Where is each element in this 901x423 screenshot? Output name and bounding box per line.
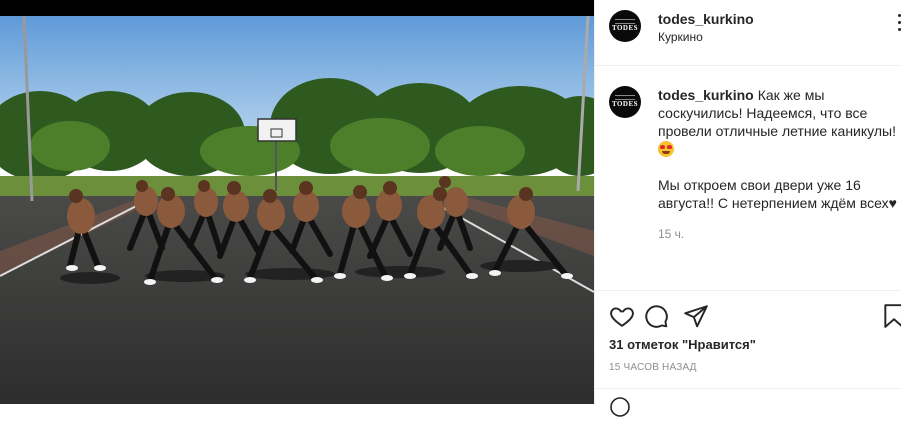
caption: todes_kurkino Как же мы соскучились! Наде…	[658, 86, 898, 212]
photo-scene	[0, 16, 594, 404]
emoji-picker-icon[interactable]	[609, 396, 631, 418]
comment-icon[interactable]	[643, 303, 669, 329]
avatar[interactable]: TODES	[609, 10, 641, 42]
comment-divider	[595, 388, 901, 389]
header-username[interactable]: todes_kurkino	[658, 11, 754, 27]
heart-icon[interactable]	[609, 303, 635, 329]
avatar-logo-text: TODES	[611, 24, 639, 32]
actions-divider	[595, 290, 901, 291]
caption-time[interactable]: 15 ч.	[658, 227, 684, 241]
more-icon[interactable]	[895, 14, 901, 32]
action-bar	[609, 303, 901, 329]
caption-avatar-logo-text: TODES	[611, 100, 639, 108]
caption-avatar[interactable]: TODES	[609, 86, 641, 118]
header-divider	[595, 65, 901, 66]
caption-text-2: Мы откроем свои двери уже 16 августа!! С…	[658, 177, 889, 211]
top-black-bar	[0, 0, 594, 16]
posted-time[interactable]: 15 часов назад	[609, 362, 697, 373]
bookmark-icon[interactable]	[881, 303, 901, 329]
post-side-panel: TODES todes_kurkino Куркино TODES todes_…	[594, 0, 901, 417]
location-link[interactable]: Куркино	[658, 30, 703, 44]
caption-username[interactable]: todes_kurkino	[658, 87, 754, 103]
likes-count[interactable]: 31 отметок "Нравится"	[609, 337, 756, 352]
smiley-emoji	[658, 141, 674, 157]
heart-glyph: ♥	[888, 195, 897, 211]
share-icon[interactable]	[683, 303, 709, 329]
post-photo[interactable]	[0, 16, 594, 404]
